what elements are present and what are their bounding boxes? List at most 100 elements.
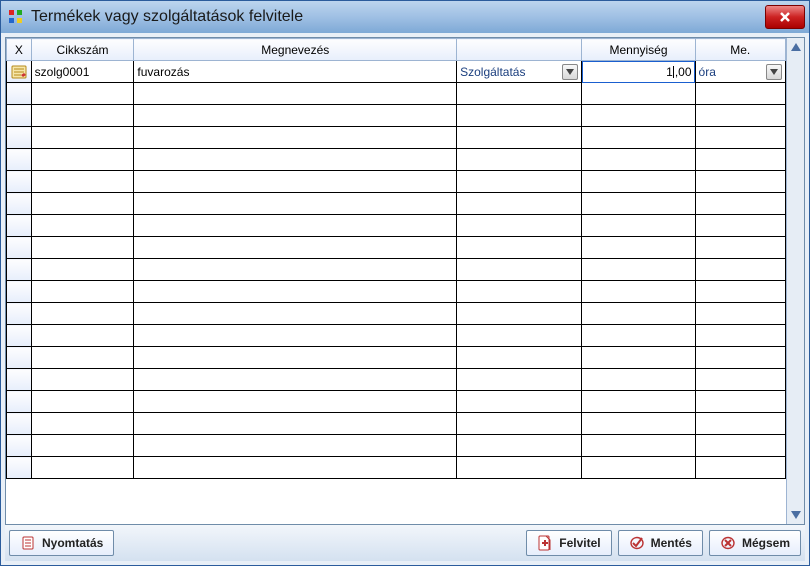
scroll-down-icon[interactable] (789, 508, 803, 522)
cell-qty[interactable]: 1,00 (582, 61, 695, 83)
cancel-button[interactable]: Mégsem (709, 530, 801, 556)
row-indicator-icon[interactable] (7, 61, 32, 83)
empty-cell[interactable] (31, 435, 134, 457)
dropdown-arrow-icon[interactable] (766, 64, 782, 80)
empty-cell[interactable] (7, 281, 32, 303)
cell-sku[interactable]: szolg0001 (31, 61, 134, 83)
empty-cell[interactable] (134, 303, 457, 325)
table-row[interactable] (7, 435, 786, 457)
empty-cell[interactable] (7, 193, 32, 215)
empty-cell[interactable] (31, 369, 134, 391)
add-button[interactable]: Felvitel (526, 530, 611, 556)
empty-cell[interactable] (582, 127, 695, 149)
empty-cell[interactable] (31, 171, 134, 193)
empty-cell[interactable] (7, 413, 32, 435)
empty-cell[interactable] (134, 413, 457, 435)
empty-cell[interactable] (31, 237, 134, 259)
table-row[interactable] (7, 413, 786, 435)
empty-cell[interactable] (582, 281, 695, 303)
empty-cell[interactable] (457, 391, 582, 413)
empty-cell[interactable] (134, 83, 457, 105)
empty-cell[interactable] (31, 127, 134, 149)
empty-cell[interactable] (7, 259, 32, 281)
table-row[interactable] (7, 215, 786, 237)
empty-cell[interactable] (457, 435, 582, 457)
empty-cell[interactable] (457, 347, 582, 369)
empty-cell[interactable] (582, 325, 695, 347)
empty-cell[interactable] (582, 391, 695, 413)
close-button[interactable] (765, 5, 805, 29)
empty-cell[interactable] (695, 215, 785, 237)
empty-cell[interactable] (582, 83, 695, 105)
empty-cell[interactable] (134, 127, 457, 149)
empty-cell[interactable] (134, 193, 457, 215)
empty-cell[interactable] (7, 325, 32, 347)
empty-cell[interactable] (7, 457, 32, 479)
empty-cell[interactable] (134, 171, 457, 193)
empty-cell[interactable] (134, 435, 457, 457)
empty-cell[interactable] (457, 215, 582, 237)
table-row[interactable] (7, 127, 786, 149)
empty-cell[interactable] (7, 83, 32, 105)
empty-cell[interactable] (457, 325, 582, 347)
empty-cell[interactable] (7, 149, 32, 171)
table-row[interactable] (7, 391, 786, 413)
empty-cell[interactable] (695, 193, 785, 215)
empty-cell[interactable] (31, 149, 134, 171)
table-row[interactable] (7, 457, 786, 479)
empty-cell[interactable] (134, 369, 457, 391)
cell-name[interactable]: fuvarozás (134, 61, 457, 83)
empty-cell[interactable] (457, 259, 582, 281)
empty-cell[interactable] (7, 303, 32, 325)
empty-cell[interactable] (134, 215, 457, 237)
empty-cell[interactable] (582, 237, 695, 259)
empty-cell[interactable] (582, 259, 695, 281)
empty-cell[interactable] (134, 391, 457, 413)
empty-cell[interactable] (134, 457, 457, 479)
empty-cell[interactable] (582, 369, 695, 391)
col-unit[interactable]: Me. (695, 39, 785, 61)
empty-cell[interactable] (582, 193, 695, 215)
empty-cell[interactable] (695, 303, 785, 325)
table-row[interactable] (7, 237, 786, 259)
table-row[interactable] (7, 149, 786, 171)
cell-type[interactable]: Szolgáltatás (457, 61, 582, 83)
empty-cell[interactable] (7, 237, 32, 259)
col-qty[interactable]: Mennyiség (582, 39, 695, 61)
print-button[interactable]: Nyomtatás (9, 530, 114, 556)
empty-cell[interactable] (695, 347, 785, 369)
empty-cell[interactable] (457, 105, 582, 127)
empty-cell[interactable] (134, 105, 457, 127)
empty-cell[interactable] (582, 457, 695, 479)
empty-cell[interactable] (7, 369, 32, 391)
empty-cell[interactable] (695, 457, 785, 479)
empty-cell[interactable] (134, 281, 457, 303)
empty-cell[interactable] (695, 105, 785, 127)
empty-cell[interactable] (695, 391, 785, 413)
empty-cell[interactable] (582, 413, 695, 435)
empty-cell[interactable] (31, 215, 134, 237)
empty-cell[interactable] (457, 193, 582, 215)
empty-cell[interactable] (695, 127, 785, 149)
col-indicator[interactable]: X (7, 39, 32, 61)
scroll-up-icon[interactable] (789, 40, 803, 54)
empty-cell[interactable] (31, 259, 134, 281)
empty-cell[interactable] (7, 105, 32, 127)
table-row[interactable] (7, 193, 786, 215)
empty-cell[interactable] (695, 413, 785, 435)
col-name[interactable]: Megnevezés (134, 39, 457, 61)
empty-cell[interactable] (582, 347, 695, 369)
empty-cell[interactable] (457, 303, 582, 325)
table-row[interactable] (7, 281, 786, 303)
empty-cell[interactable] (695, 149, 785, 171)
empty-cell[interactable] (695, 369, 785, 391)
empty-cell[interactable] (695, 237, 785, 259)
table-row[interactable] (7, 325, 786, 347)
empty-cell[interactable] (695, 259, 785, 281)
empty-cell[interactable] (7, 127, 32, 149)
empty-cell[interactable] (582, 435, 695, 457)
empty-cell[interactable] (582, 215, 695, 237)
empty-cell[interactable] (695, 281, 785, 303)
cell-unit[interactable]: óra (695, 61, 785, 83)
empty-cell[interactable] (31, 391, 134, 413)
